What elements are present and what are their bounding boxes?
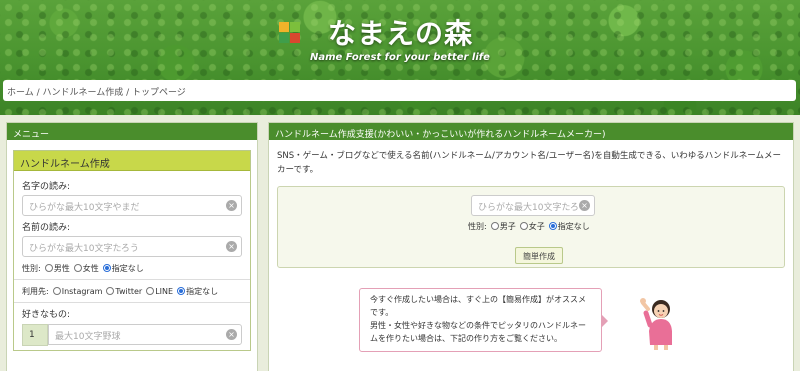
usage-radio-group: 利用先: Instagram Twitter LINE 指定なし xyxy=(22,286,242,297)
divider xyxy=(14,302,250,303)
usage-radio-instagram[interactable]: Instagram xyxy=(52,287,102,296)
clear-icon[interactable]: × xyxy=(579,200,590,211)
sidebar: メニュー ハンドルネーム作成 名字の読み: ひらがな最大10文字やまだ × 名前… xyxy=(6,122,258,371)
logo-square-red xyxy=(290,33,300,43)
breadcrumb[interactable]: ホーム / ハンドルネーム作成 / トップページ xyxy=(3,80,796,101)
logo-icon[interactable] xyxy=(279,22,300,43)
likes-input[interactable]: 最大10文字野球 × xyxy=(48,324,242,345)
gender-radio-group: 性別: 男性 女性 指定なし xyxy=(22,263,242,274)
quick-gender-radio-group: 性別: 男子 女子 指定なし xyxy=(468,221,590,232)
quick-gender-label: 性別: xyxy=(468,222,487,231)
gender-radio-male[interactable]: 男性 xyxy=(44,263,70,274)
intro-text: SNS・ゲーム・ブログなどで使える名前(ハンドルネーム/アカウント名/ユーザー名… xyxy=(277,151,781,175)
site-subtitle: Name Forest for your better life xyxy=(310,52,490,63)
quick-create-button[interactable]: 簡単作成 xyxy=(515,247,563,264)
firstname-input[interactable]: ひらがな最大10文字たろう × xyxy=(22,236,242,257)
clear-icon[interactable]: × xyxy=(226,329,237,340)
gender-label: 性別: xyxy=(22,264,41,273)
main-title: ハンドルネーム作成支援(かわいい・かっこいいが作れるハンドルネームメーカー) xyxy=(269,123,793,140)
quick-gender-radio-boy[interactable]: 男子 xyxy=(490,221,516,232)
quick-gender-radio-girl[interactable]: 女子 xyxy=(519,221,545,232)
handle-create-card: ハンドルネーム作成 名字の読み: ひらがな最大10文字やまだ × 名前の読み: … xyxy=(13,150,251,351)
quick-name-placeholder: ひらがな最大10文字たろう xyxy=(478,203,588,213)
lastname-placeholder: ひらがな最大10文字やまだ xyxy=(29,203,140,213)
likes-label: 好きなもの: xyxy=(22,310,71,320)
main-panel: ハンドルネーム作成支援(かわいい・かっこいいが作れるハンドルネームメーカー) S… xyxy=(268,122,794,371)
site-title[interactable]: なまえの森 xyxy=(328,12,473,52)
usage-radio-line[interactable]: LINE xyxy=(146,287,173,296)
clear-icon[interactable]: × xyxy=(226,241,237,252)
firstname-placeholder: ひらがな最大10文字たろう xyxy=(29,244,139,254)
logo-square-yellow xyxy=(279,22,289,32)
divider xyxy=(14,279,250,280)
quick-create-box: ひらがな最大10文字たろう × 性別: 男子 女子 指定なし 簡単作成 xyxy=(277,186,785,268)
sidebar-title: メニュー xyxy=(7,123,257,140)
logo-square-lightgreen xyxy=(290,22,300,32)
bubble-text-2: 男性・女性や好きな物などの条件でピッタリのハンドルネームを作りたい場合は、下記の… xyxy=(370,321,586,343)
usage-radio-none[interactable]: 指定なし xyxy=(177,286,218,297)
gender-radio-none[interactable]: 指定なし xyxy=(102,263,144,274)
likes-row: 1 最大10文字野球 × xyxy=(22,324,242,346)
lastname-input[interactable]: ひらがな最大10文字やまだ × xyxy=(22,195,242,216)
likes-number: 1 xyxy=(22,324,48,346)
lastname-label: 名字の読み: xyxy=(22,182,71,192)
logo-square-green xyxy=(279,33,289,43)
usage-label: 利用先: xyxy=(22,287,49,296)
bubble-text-1: 今すぐ作成したい場合は、すぐ上の【簡易作成】がオススメです。 xyxy=(370,295,586,317)
quick-name-input[interactable]: ひらがな最大10文字たろう × xyxy=(471,195,595,216)
usage-radio-twitter[interactable]: Twitter xyxy=(106,287,142,296)
clear-icon[interactable]: × xyxy=(226,200,237,211)
gender-radio-female[interactable]: 女性 xyxy=(73,263,99,274)
likes-placeholder: 最大10文字野球 xyxy=(55,332,121,342)
firstname-label: 名前の読み: xyxy=(22,223,71,233)
card-title: ハンドルネーム作成 xyxy=(14,151,250,171)
quick-gender-radio-none[interactable]: 指定なし xyxy=(548,221,590,232)
girl-illustration-icon xyxy=(640,298,672,350)
speech-bubble: 今すぐ作成したい場合は、すぐ上の【簡易作成】がオススメです。 男性・女性や好きな… xyxy=(359,288,608,352)
